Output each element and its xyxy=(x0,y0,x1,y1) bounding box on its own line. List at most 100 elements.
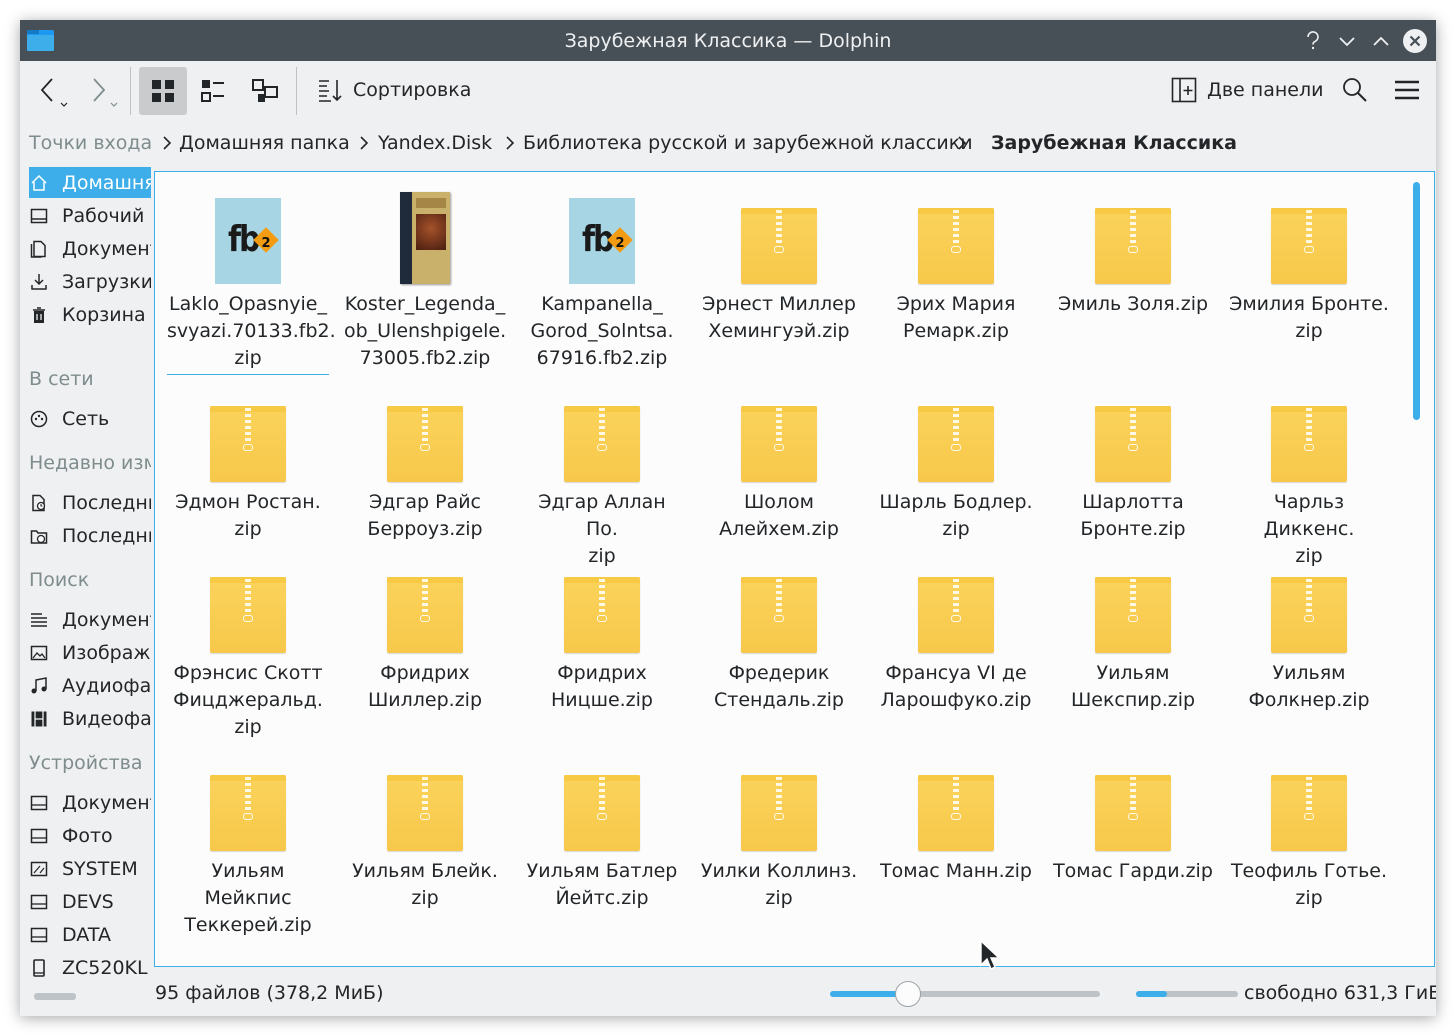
close-button[interactable] xyxy=(1402,28,1428,54)
file-item[interactable]: Фредерик Стендаль.zip xyxy=(698,553,860,714)
maximize-button[interactable] xyxy=(1368,28,1394,54)
file-name-line: Эрнест Миллер xyxy=(702,293,856,315)
file-item[interactable]: Фридрих Ницше.zip xyxy=(521,553,683,714)
sidebar-item-label: Фото xyxy=(62,824,113,847)
sidebar-item-device-photo[interactable]: Фото xyxy=(29,820,151,851)
file-view[interactable]: fb 2 Laklo_Opasnyie_ svyazi.70133.fb2. zip Ko… xyxy=(154,171,1435,967)
crumb-places[interactable]: Точки входа xyxy=(29,132,152,154)
icons-view-toggle[interactable] xyxy=(151,79,175,103)
sidebar-item-search-video[interactable]: Видеофайлы xyxy=(29,703,151,734)
sidebar-item-device-data[interactable]: DATA xyxy=(29,919,151,950)
zip-archive-icon xyxy=(1228,184,1390,284)
file-name-line: Мейкпис xyxy=(204,887,292,909)
file-name-line: Бронте.zip xyxy=(1080,518,1186,540)
zip-archive-icon xyxy=(521,553,683,653)
sidebar-heading-devices[interactable]: Устройства xyxy=(29,752,142,774)
file-item[interactable]: Уильям Фолкнер.zip xyxy=(1228,553,1390,714)
file-item[interactable]: Уильям Батлер Йейтс.zip xyxy=(521,751,683,912)
file-item[interactable]: Чарльз Диккенс. zip xyxy=(1228,382,1390,570)
file-name-line: Фридрих xyxy=(557,662,647,684)
file-name: Теофиль Готье. zip xyxy=(1228,858,1390,912)
split-view-button[interactable]: Две панели xyxy=(1171,77,1323,103)
file-item[interactable]: Шарль Бодлер. zip xyxy=(875,382,1037,543)
sidebar-item-documents[interactable]: Документы xyxy=(29,233,151,264)
file-item[interactable]: Теофиль Готье. zip xyxy=(1228,751,1390,912)
crumb-library[interactable]: Библиотека русской и зарубежной классики xyxy=(523,132,973,154)
vertical-scrollbar[interactable] xyxy=(1405,172,1435,966)
file-name-line: Шарлотта xyxy=(1082,491,1184,513)
sidebar-item-device-system[interactable]: SYSTEM xyxy=(29,853,151,884)
chevron-right-icon[interactable] xyxy=(504,135,516,151)
minimize-button[interactable] xyxy=(1334,28,1360,54)
file-item[interactable]: Шолом Алейхем.zip xyxy=(698,382,860,543)
file-item[interactable]: Фридрих Шиллер.zip xyxy=(344,553,506,714)
search-button[interactable] xyxy=(1342,77,1368,103)
file-item[interactable]: Эрнест Миллер Хемингуэй.zip xyxy=(698,184,860,345)
sidebar-scrollbar[interactable] xyxy=(34,993,76,1000)
sidebar-item-search-documents[interactable]: Документы xyxy=(29,604,151,635)
sidebar-item-recent-places[interactable]: Последние места xyxy=(29,520,151,551)
file-item[interactable]: Koster_Legenda_ ob_Ulenshpigele. 73005.fb2… xyxy=(344,184,506,372)
sidebar-item-search-images[interactable]: Изображения xyxy=(29,637,151,668)
file-item[interactable]: Уильям Блейк. zip xyxy=(344,751,506,912)
file-item[interactable]: Эдгар Райс Берроуз.zip xyxy=(344,382,506,543)
details-view-button[interactable] xyxy=(252,79,278,105)
titlebar[interactable]: Зарубежная Классика — Dolphin xyxy=(20,20,1436,61)
zoom-slider[interactable] xyxy=(830,981,1100,1007)
file-item[interactable]: Томас Манн.zip xyxy=(875,751,1037,885)
zoom-slider-handle[interactable] xyxy=(895,981,922,1007)
back-button[interactable] xyxy=(38,75,72,109)
chevron-right-icon[interactable] xyxy=(956,135,968,151)
file-name-line: Франсуа VI де xyxy=(885,662,1027,684)
file-item[interactable]: Франсуа VI де Ларошфуко.zip xyxy=(875,553,1037,714)
drive-icon xyxy=(29,793,49,813)
file-item[interactable]: Эдмон Ростан. zip xyxy=(167,382,329,543)
file-item[interactable]: Шарлотта Бронте.zip xyxy=(1052,382,1214,543)
file-item[interactable]: Томас Гарди.zip xyxy=(1052,751,1214,885)
file-name-line: Фицджеральд. xyxy=(173,689,323,711)
file-name-line: zip xyxy=(1295,887,1323,909)
file-item[interactable]: Эмилия Бронте. zip xyxy=(1228,184,1390,345)
file-item[interactable]: fb 2 Laklo_Opasnyie_ svyazi.70133.fb2. zip xyxy=(167,184,336,375)
zip-archive-icon xyxy=(1228,382,1390,482)
file-item[interactable]: Эдгар Аллан По. zip xyxy=(521,382,683,570)
sidebar-item-downloads[interactable]: Загрузки xyxy=(29,266,151,297)
sidebar-item-home[interactable]: Домашняя папка xyxy=(29,167,151,198)
sidebar-heading-network[interactable]: В сети xyxy=(29,368,94,390)
sidebar-item-trash[interactable]: Корзина xyxy=(29,299,151,330)
sidebar-item-recent-files[interactable]: Последние файлы xyxy=(29,487,151,518)
file-item[interactable]: Уилки Коллинз. zip xyxy=(698,751,860,912)
file-item[interactable]: Уильям Шекспир.zip xyxy=(1052,553,1214,714)
compact-view-button[interactable] xyxy=(201,79,225,103)
chevron-right-icon[interactable] xyxy=(161,135,173,151)
sort-button[interactable]: Сортировка xyxy=(317,77,471,103)
sidebar-item-desktop[interactable]: Рабочий стол xyxy=(29,200,151,231)
file-item[interactable]: fb 2 Kampanella_ Gorod_Solntsa. 67916.fb2.zi… xyxy=(521,184,683,372)
file-name-line: zip xyxy=(234,518,262,540)
file-item[interactable]: Фрэнсис Скотт Фицджеральд. zip xyxy=(167,553,329,741)
sidebar-heading-search[interactable]: Поиск xyxy=(29,569,89,591)
chevron-right-icon[interactable] xyxy=(358,135,370,151)
file-name-line: Фолкнер.zip xyxy=(1248,689,1370,711)
text-document-icon xyxy=(29,610,49,630)
file-item[interactable]: Эрих Мария Ремарк.zip xyxy=(875,184,1037,345)
sidebar-item-search-audio[interactable]: Аудиофайлы xyxy=(29,670,151,701)
scrollbar-thumb[interactable] xyxy=(1413,182,1420,420)
main-toolbar: Сортировка Две панели xyxy=(20,61,1436,121)
sidebar-item-device-devs[interactable]: DEVS xyxy=(29,886,151,917)
file-name-line: Ларошфуко.zip xyxy=(880,689,1032,711)
crumb-yandex-disk[interactable]: Yandex.Disk xyxy=(378,132,492,154)
sidebar-item-network[interactable]: Сеть xyxy=(29,403,151,434)
sidebar-item-device-documents[interactable]: Документы xyxy=(29,787,151,818)
hamburger-menu-button[interactable] xyxy=(1394,79,1420,101)
file-name-line: Koster_Legenda_ xyxy=(344,293,506,315)
crumb-current[interactable]: Зарубежная Классика xyxy=(991,132,1237,154)
sidebar-heading-recent[interactable]: Недавно изменённые xyxy=(29,452,151,474)
help-button[interactable] xyxy=(1300,28,1326,54)
file-item[interactable]: Эмиль Золя.zip xyxy=(1052,184,1214,318)
file-item[interactable]: Уильям Мейкпис Теккерей.zip xyxy=(167,751,329,939)
file-name-line: Ремарк.zip xyxy=(902,320,1009,342)
forward-button[interactable] xyxy=(90,75,124,109)
file-name-line: Йейтс.zip xyxy=(555,887,649,909)
crumb-home[interactable]: Домашняя папка xyxy=(179,132,350,154)
